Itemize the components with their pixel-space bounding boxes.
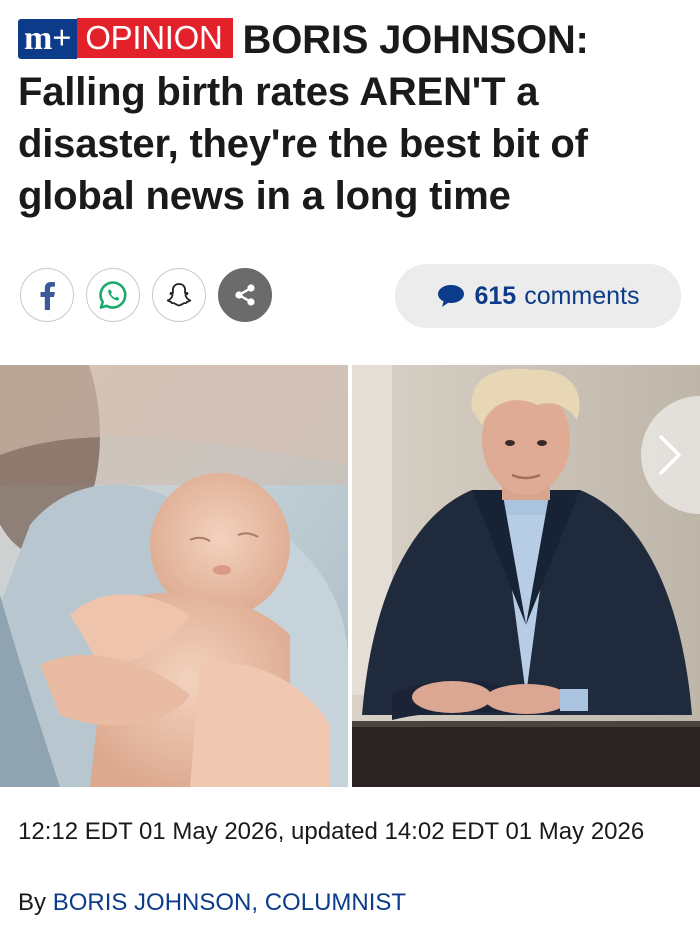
article-headline: m+ OPINION BORIS JOHNSON: Falling birth ra… xyxy=(18,14,686,222)
byline-prefix: By xyxy=(18,889,47,916)
comment-bubble-icon xyxy=(438,285,465,307)
article-timestamp: 12:12 EDT 01 May 2026, updated 14:02 EDT… xyxy=(18,818,645,845)
opinion-badge[interactable]: OPINION xyxy=(77,18,233,58)
share-bar: 615 comments xyxy=(0,262,700,332)
share-icon xyxy=(235,284,255,306)
snapchat-share-button[interactable] xyxy=(152,268,206,322)
snapchat-icon xyxy=(166,283,192,307)
comments-button[interactable]: 615 comments xyxy=(395,264,681,328)
comments-count: 615 xyxy=(474,281,517,310)
byline: By BORIS JOHNSON, COLUMNIST xyxy=(18,886,406,920)
facebook-icon xyxy=(40,282,55,310)
author-link[interactable]: BORIS JOHNSON, COLUMNIST xyxy=(53,889,406,916)
whatsapp-share-button[interactable] xyxy=(86,268,140,322)
newborn-baby-photo[interactable] xyxy=(0,365,348,787)
whatsapp-icon xyxy=(99,281,127,309)
facebook-share-button[interactable] xyxy=(20,268,74,322)
mail-plus-badge[interactable]: m+ xyxy=(18,19,78,59)
more-share-button[interactable] xyxy=(218,268,272,322)
image-gallery xyxy=(0,365,700,787)
comments-label: comments xyxy=(524,281,640,310)
chevron-right-icon xyxy=(659,435,681,475)
